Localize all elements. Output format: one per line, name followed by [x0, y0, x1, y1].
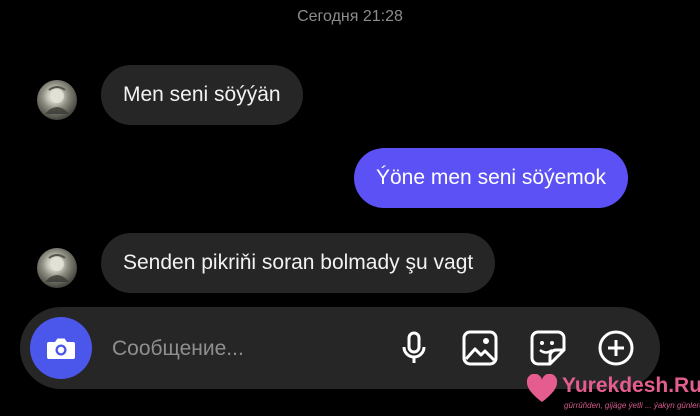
watermark-subtitle: gürrüňden, gijäge ýetli ... ýakyn günler… [564, 401, 700, 410]
microphone-icon [402, 331, 426, 363]
microphone-button[interactable] [394, 328, 434, 368]
site-watermark: Yurekdesh.Ru gürrüňden, gijäge ýetli ...… [522, 370, 700, 416]
message-text: Ýöne men seni söýemok [376, 166, 606, 189]
message-text: Men seni söýýän [123, 83, 281, 106]
incoming-message-bubble[interactable]: Senden pikriňi soran bolmady şu vagt [101, 233, 496, 293]
sender-avatar[interactable] [37, 80, 77, 120]
camera-icon [47, 338, 75, 359]
message-text: Senden pikriňi soran bolmady şu vagt [123, 251, 474, 274]
sticker-button[interactable] [528, 328, 568, 368]
camera-button[interactable] [30, 317, 92, 379]
outgoing-message-bubble[interactable]: Ýöne men seni söýemok [354, 148, 628, 208]
incoming-message-bubble[interactable]: Men seni söýýän [101, 65, 303, 125]
sticker-icon [530, 330, 566, 366]
watermark-title: Yurekdesh.Ru [562, 374, 700, 397]
message-input[interactable] [110, 331, 374, 367]
add-icon [598, 330, 634, 366]
heart-icon [526, 374, 558, 402]
message-timestamp: Сегодня 21:28 [297, 8, 403, 25]
image-icon [462, 330, 498, 366]
gallery-button[interactable] [460, 328, 500, 368]
add-button[interactable] [596, 328, 636, 368]
sender-avatar[interactable] [37, 248, 77, 288]
